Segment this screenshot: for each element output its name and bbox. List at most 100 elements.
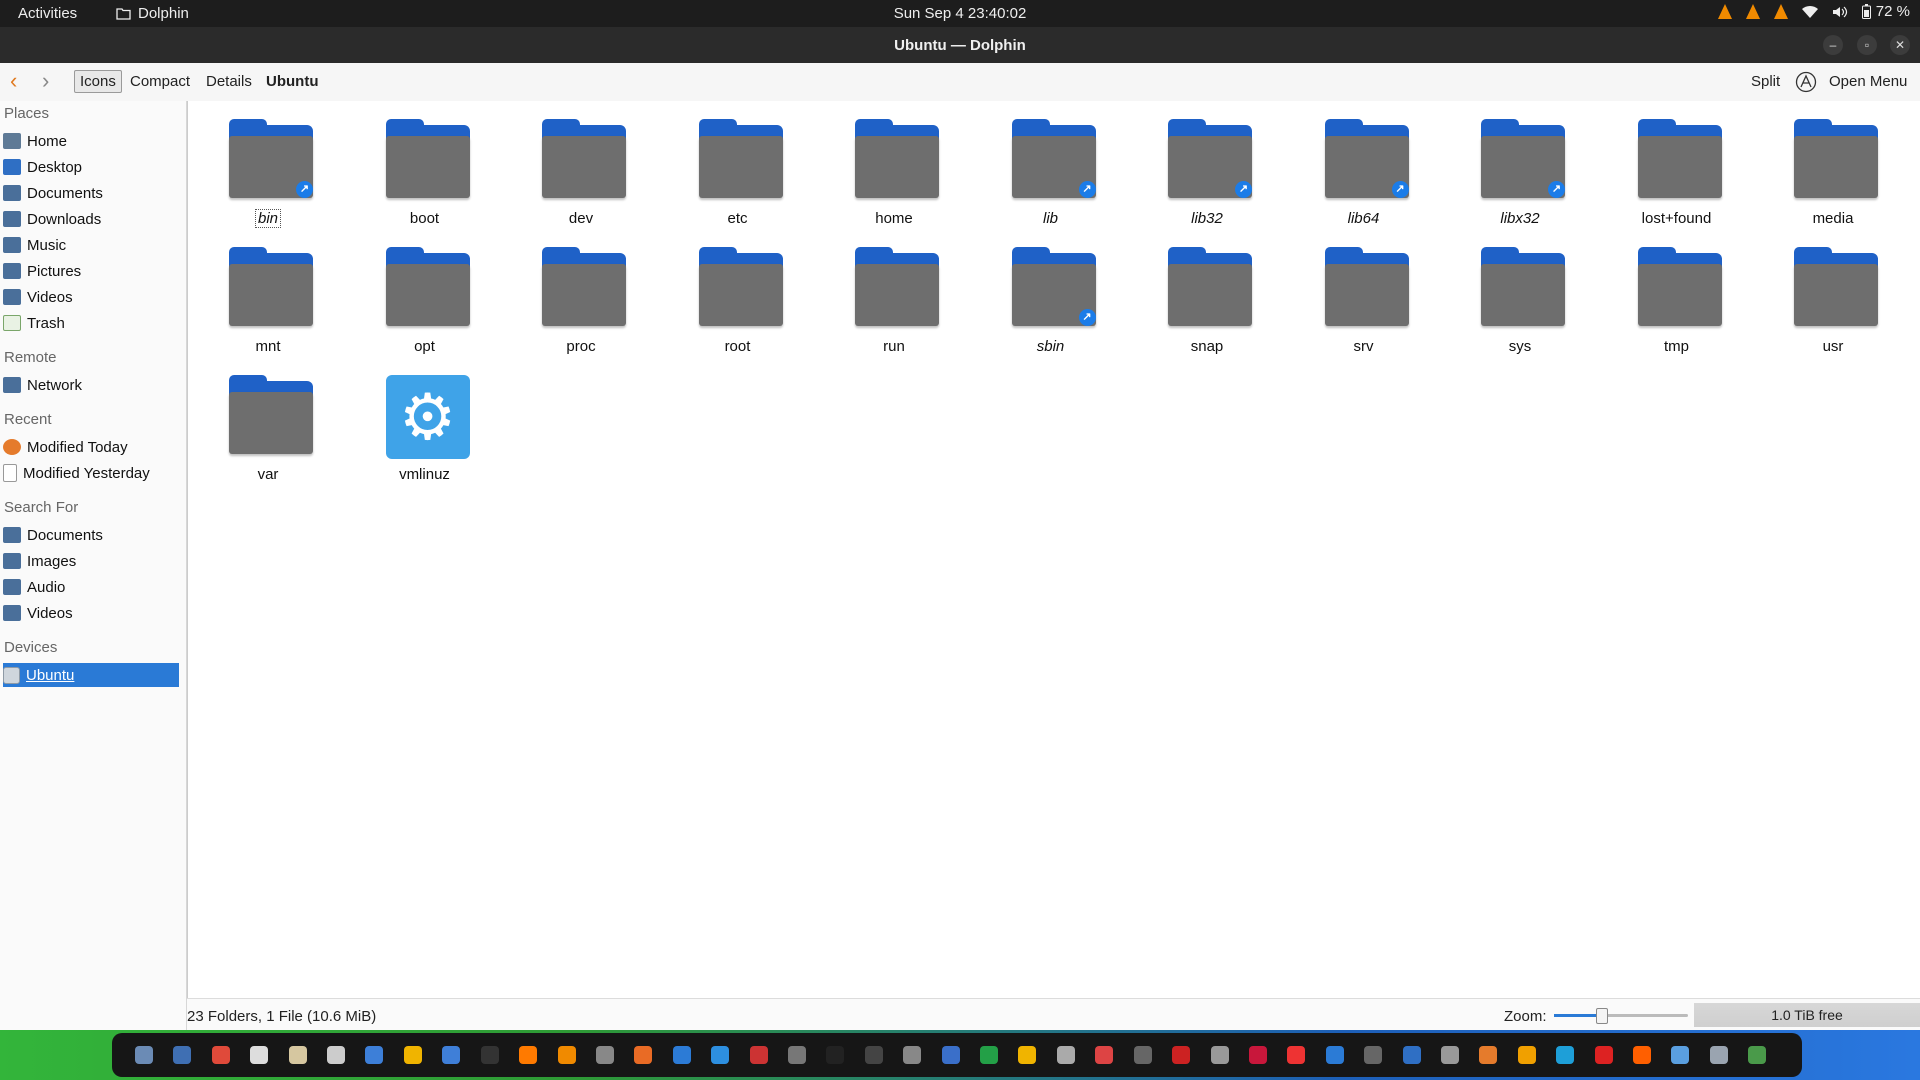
sidebar-item-search-documents[interactable]: Documents [3,523,179,547]
dock-docs-icon[interactable] [673,1046,691,1064]
dock-vlc-icon[interactable] [558,1046,576,1064]
dock-virtualbox-icon[interactable] [903,1046,921,1064]
search-icon[interactable] [1795,71,1817,93]
dock-gimp-icon[interactable] [250,1046,268,1064]
file-item-boot[interactable]: boot [347,119,503,239]
dock-network-icon[interactable] [1671,1046,1689,1064]
breadcrumb-location[interactable]: Ubuntu [266,73,318,90]
dock-game-icon[interactable] [1479,1046,1497,1064]
sidebar-item-pictures[interactable]: Pictures [3,259,179,283]
window-titlebar[interactable]: Ubuntu — Dolphin – ▫ ✕ [0,27,1920,63]
sidebar-item-trash[interactable]: Trash [3,311,179,335]
file-item-lib32[interactable]: ↗ lib32 [1129,119,1285,239]
dock-draw-icon[interactable] [442,1046,460,1064]
file-item-mnt[interactable]: mnt [190,247,346,367]
file-item-srv[interactable]: srv [1286,247,1442,367]
dock-firefox-icon[interactable] [519,1046,537,1064]
dock-help-icon[interactable] [711,1046,729,1064]
dock-photo-icon[interactable] [1403,1046,1421,1064]
dock-store-icon[interactable] [1326,1046,1344,1064]
dock-record-icon[interactable] [1249,1046,1267,1064]
file-item-sbin[interactable]: ↗ sbin [973,247,1129,367]
sidebar-item-documents[interactable]: Documents [3,181,179,205]
dock-terminal-icon[interactable] [481,1046,499,1064]
dock-dolphin-icon[interactable] [1710,1046,1728,1064]
close-button[interactable]: ✕ [1890,35,1910,55]
dock-search-icon[interactable] [327,1046,345,1064]
forward-arrow-icon[interactable]: › [42,70,49,92]
file-item-media[interactable]: media [1755,119,1911,239]
wifi-icon[interactable] [1801,5,1818,19]
app-menu[interactable]: Dolphin [116,5,189,22]
file-item-run[interactable]: run [816,247,972,367]
dock-writer-icon[interactable] [365,1046,383,1064]
dock-gift-icon[interactable] [1287,1046,1305,1064]
volume-icon[interactable] [1832,5,1848,19]
file-item-sys[interactable]: sys [1442,247,1598,367]
dock-chrome-icon[interactable] [212,1046,230,1064]
dock-wine-icon[interactable] [826,1046,844,1064]
sidebar-item-search-audio[interactable]: Audio [3,575,179,599]
zoom-slider-handle[interactable] [1595,1008,1608,1024]
file-item-var[interactable]: var [190,375,346,495]
file-item-root[interactable]: root [660,247,816,367]
sidebar-item-downloads[interactable]: Downloads [3,207,179,231]
activities-button[interactable]: Activities [18,5,77,22]
dock-inkscape-icon[interactable] [865,1046,883,1064]
file-item-lib[interactable]: ↗ lib [973,119,1129,239]
sidebar-item-search-videos[interactable]: Videos [3,601,179,625]
dock-document-viewer-icon[interactable] [1057,1046,1075,1064]
sidebar-item-desktop[interactable]: Desktop [3,155,179,179]
file-item-opt[interactable]: opt [347,247,503,367]
dock-screenshot-icon[interactable] [942,1046,960,1064]
file-item-snap[interactable]: snap [1129,247,1285,367]
file-item-home[interactable]: home [816,119,972,239]
file-view[interactable]: ↗ bin boot dev etc home ↗ lib ↗ lib32 ↗ lib64 ↗ libx3… [187,101,1920,998]
view-icons-button[interactable]: Icons [74,70,122,93]
view-compact-button[interactable]: Compact [130,73,190,90]
sidebar-item-modified-today[interactable]: Modified Today [3,435,179,459]
dock-files-icon[interactable] [173,1046,191,1064]
sidebar-item-music[interactable]: Music [3,233,179,257]
dock-text-editor-icon[interactable] [289,1046,307,1064]
clock[interactable]: Sun Sep 4 23:40:02 [894,5,1027,22]
dock-pdf-icon[interactable] [1172,1046,1190,1064]
minimize-button[interactable]: – [1823,35,1843,55]
dock-settings-icon[interactable] [135,1046,153,1064]
dock-browser-icon[interactable] [1633,1046,1651,1064]
dock-archive-icon[interactable] [1018,1046,1036,1064]
back-arrow-icon[interactable]: ‹ [10,70,17,92]
dock-calc-icon[interactable] [404,1046,422,1064]
dock-apps-grid-icon[interactable] [1748,1046,1766,1064]
file-item-etc[interactable]: etc [660,119,816,239]
vlc-icon[interactable] [1773,4,1788,19]
dock-percent-icon[interactable] [1211,1046,1229,1064]
file-item-usr[interactable]: usr [1755,247,1911,367]
view-details-button[interactable]: Details [206,73,252,90]
file-item-proc[interactable]: proc [503,247,659,367]
file-item-tmp[interactable]: tmp [1599,247,1755,367]
dock-code-icon[interactable] [1556,1046,1574,1064]
dock-monitor-icon[interactable] [750,1046,768,1064]
dock-office-icon[interactable] [1095,1046,1113,1064]
dock-app-icon[interactable] [1441,1046,1459,1064]
split-button[interactable]: Split [1751,73,1780,90]
sidebar-item-network[interactable]: Network [3,373,179,397]
dock-obs-icon[interactable] [596,1046,614,1064]
file-item-dev[interactable]: dev [503,119,659,239]
sidebar-item-ubuntu[interactable]: Ubuntu [3,663,179,687]
dock-disk-icon[interactable] [1134,1046,1152,1064]
file-item-vmlinuz[interactable]: ⚙ vmlinuz [347,375,503,495]
dock-software-icon[interactable] [634,1046,652,1064]
dock-spreadsheet-icon[interactable] [980,1046,998,1064]
dock-vpn-icon[interactable] [1364,1046,1382,1064]
battery-indicator[interactable]: 72 % [1861,3,1910,20]
sidebar-item-videos[interactable]: Videos [3,285,179,309]
sidebar-item-search-images[interactable]: Images [3,549,179,573]
free-space-indicator[interactable]: 1.0 TiB free [1694,1003,1920,1027]
file-item-libx32[interactable]: ↗ libx32 [1442,119,1598,239]
vlc-icon[interactable] [1717,4,1732,19]
file-item-lib64[interactable]: ↗ lib64 [1286,119,1442,239]
zoom-slider[interactable] [1554,1008,1688,1024]
dock-hat-icon[interactable] [1518,1046,1536,1064]
